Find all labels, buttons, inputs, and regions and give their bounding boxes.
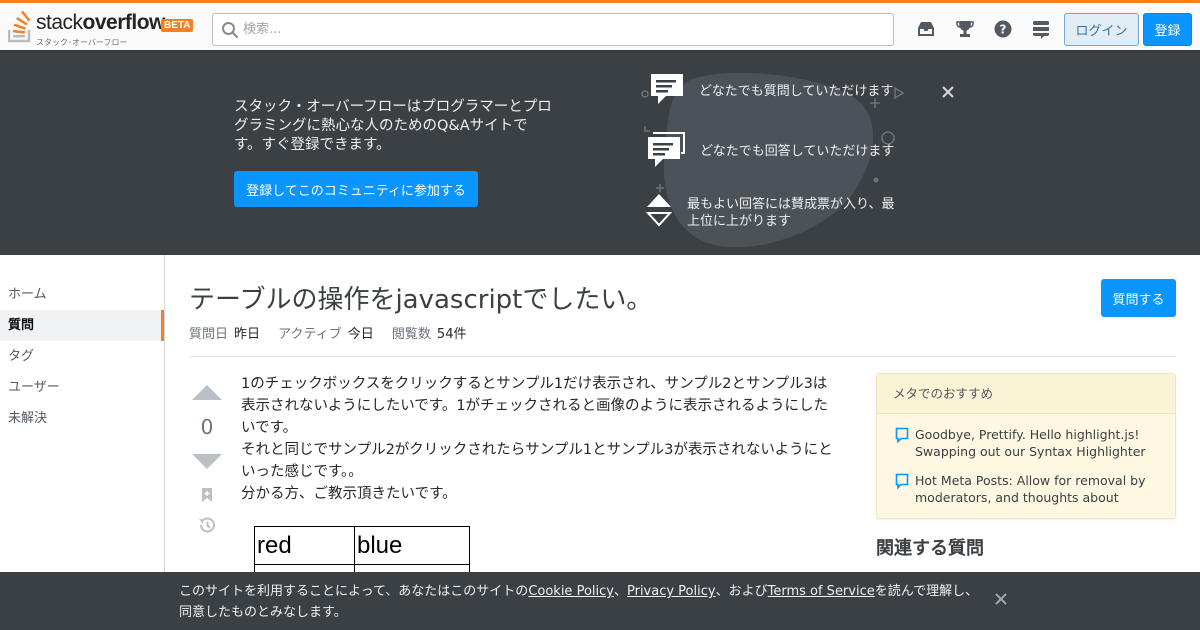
close-icon [942,85,954,98]
meta-active-value[interactable]: 今日 [348,327,374,342]
nav-item-tags[interactable]: タグ [0,341,164,372]
search-input[interactable] [243,14,883,45]
question-title[interactable]: テーブルの操作をjavascriptでしたい。 [189,279,652,316]
vote-count: 0 [200,415,214,439]
meta-chat-icon [895,473,909,489]
privacy-policy-link[interactable]: Privacy Policy [627,584,716,599]
nav-item-questions[interactable]: 質問 [0,310,164,341]
cookie-sep: 、 [613,584,627,599]
welcome-banner: スタック・オーバーフローはプログラマーとプログラミングに熱心な人のためのQ&Aサ… [0,50,1200,255]
meta-asked-label: 質問日 [189,327,229,342]
question-paragraph: 分かる方、ご教示頂きたいです。 [241,486,457,502]
meta-chat-icon [895,427,909,443]
cookie-consent-banner: このサイトを利用することによって、あなたはこのサイトのCookie Policy… [0,572,1200,630]
vote-arrows-icon [646,194,672,227]
meta-views-value: 54件 [436,327,467,342]
feature-answer: どなたでも回答していただけます [700,144,895,159]
nav-item-unanswered[interactable]: 未解決 [0,403,164,434]
meta-link-item[interactable]: Hot Meta Posts: Allow for removal by mod… [915,472,1165,508]
meta-views-label: 閲覧数 [391,327,431,342]
help-icon[interactable]: ? [992,18,1014,40]
close-banner-button[interactable] [938,83,958,103]
nav-item-users[interactable]: ユーザー [0,372,164,403]
bookmark-icon[interactable] [200,487,214,503]
table-cell-red: red [254,526,355,565]
close-cookie-banner-button[interactable] [991,590,1011,610]
cookie-text: このサイトを利用することによって、あなたはこのサイトのCookie Policy… [179,581,979,623]
stack-logo-icon [8,11,31,43]
header-divider [189,356,1176,357]
meta-active-label: アクティブ [278,327,342,342]
related-questions-title: 関連する質問 [876,538,984,559]
hero-description: スタック・オーバーフローはプログラマーとプログラミングに熱心な人のためのQ&Aサ… [234,99,552,153]
meta-box-title: メタでのおすすめ [877,374,1175,414]
meta-recommendations-box: メタでのおすすめ Goodbye, Prettify. Hello highli… [876,373,1176,519]
meta-asked-value: 昨日 [234,327,261,342]
question-meta: 質問日 昨日 アクティブ 今日 閲覧数 54件 [189,323,480,342]
logo-subtitle: スタック･オーバーフロー [36,38,128,47]
cookie-policy-link[interactable]: Cookie Policy [528,584,614,599]
site-switcher-icon[interactable] [1030,18,1052,40]
meta-link-item[interactable]: Goodbye, Prettify. Hello highlight.js! S… [915,426,1165,460]
svg-text:?: ? [1000,23,1007,37]
upvote-arrow-icon[interactable] [190,383,224,401]
decorative-blob [641,72,905,248]
ask-question-icon [651,74,683,104]
nav-item-home[interactable]: ホーム [0,279,164,310]
feature-ask: どなたでも質問していただけます [699,84,894,99]
close-icon [995,592,1007,605]
achievements-icon[interactable] [954,18,976,40]
history-icon[interactable] [197,515,217,535]
inbox-icon[interactable] [915,18,937,40]
feature-vote: 最もよい回答には賛成票が入り、最上位に上がります [687,197,895,229]
question-paragraph: それと同じでサンプル2がクリックされたらサンプル1とサンプル3が表示されないよう… [241,442,833,480]
ask-question-button[interactable]: 質問する [1101,279,1176,317]
join-community-button[interactable]: 登録してこのコミュニティに参加する [234,171,478,207]
top-bar: stackoverflow BETA スタック･オーバーフロー ? ログイン 登… [0,0,1200,50]
beta-badge: BETA [161,19,194,32]
login-button[interactable]: ログイン [1064,13,1139,46]
signup-button[interactable]: 登録 [1143,13,1192,46]
question-paragraph: 1のチェックボックスをクリックするとサンプル1だけ表示され、サンプル2とサンプル… [241,376,829,436]
search-box [212,13,894,46]
downvote-arrow-icon[interactable] [190,453,224,471]
question-body: 1のチェックボックスをクリックするとサンプル1だけ表示され、サンプル2とサンプル… [241,373,841,505]
logo-wordmark: stackoverflow [36,11,165,34]
site-logo[interactable]: stackoverflow BETA スタック･オーバーフロー [8,9,198,49]
answer-icon [648,132,685,167]
cookie-sep: 、および [715,584,768,599]
search-icon [222,22,239,39]
cookie-prefix: このサイトを利用することによって、あなたはこのサイトの [179,584,529,599]
terms-of-service-link[interactable]: Terms of Service [768,584,875,599]
table-cell-blue: blue [354,526,470,565]
